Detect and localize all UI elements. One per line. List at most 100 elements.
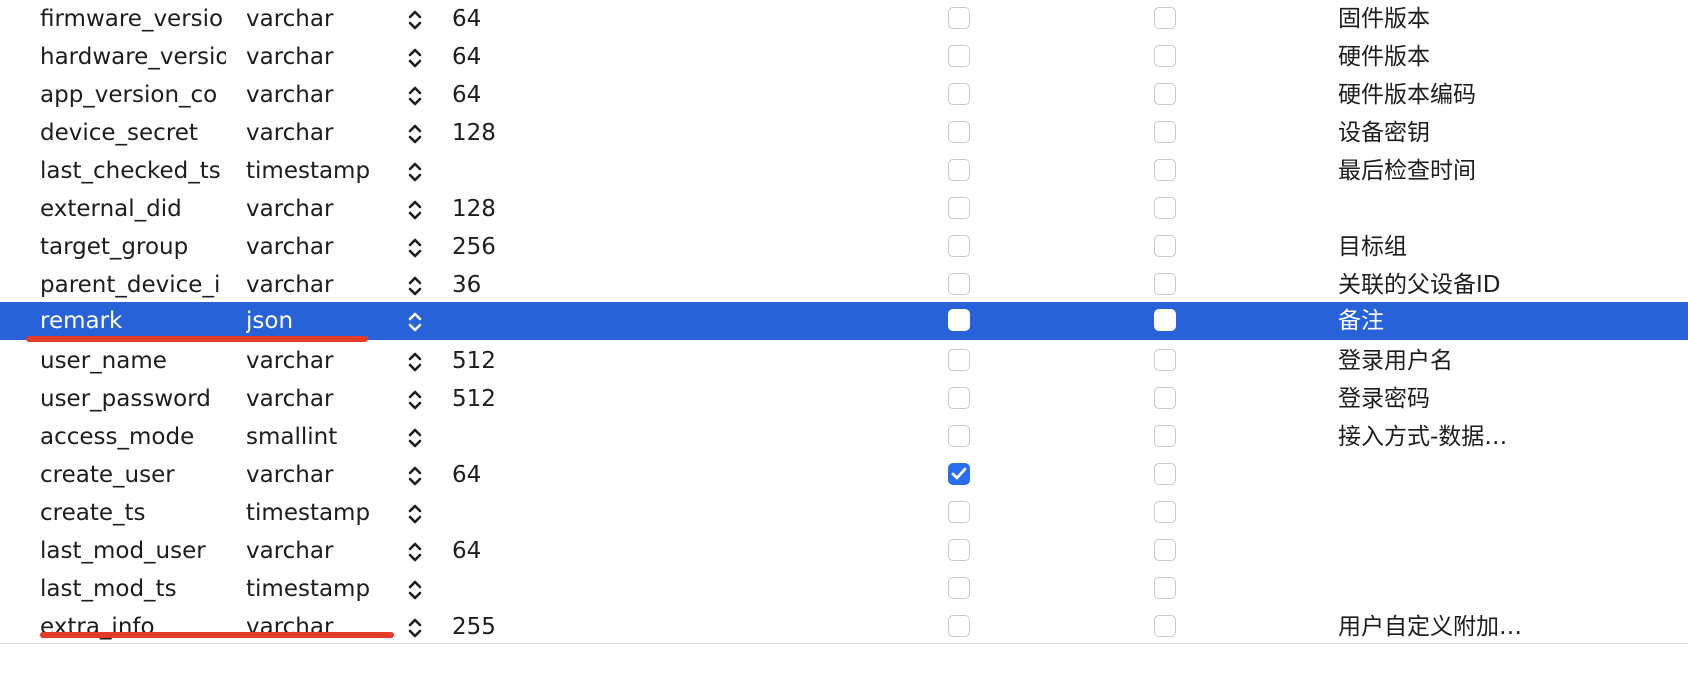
column-length-cell[interactable]: 64 (452, 0, 572, 38)
table-row[interactable]: access_mode smallint 接入方式-数据… (0, 418, 1688, 456)
column-type-cell[interactable]: json (246, 302, 396, 340)
not-null-checkbox[interactable] (948, 159, 970, 181)
column-type-cell[interactable]: varchar (246, 608, 396, 646)
chevron-up-down-icon[interactable] (406, 418, 426, 456)
column-type-cell[interactable]: varchar (246, 76, 396, 114)
chevron-up-down-icon[interactable] (406, 608, 426, 646)
column-name-cell[interactable]: last_checked_ts (40, 152, 226, 190)
table-row[interactable]: user_password varchar 512 登录密码 (0, 380, 1688, 418)
column-name-cell[interactable]: create_user (40, 456, 226, 494)
column-type-cell[interactable]: varchar (246, 0, 396, 38)
table-row[interactable]: create_user varchar 64 (0, 456, 1688, 494)
virtual-checkbox[interactable] (1154, 159, 1176, 181)
column-length-cell[interactable]: 64 (452, 456, 572, 494)
column-type-cell[interactable]: varchar (246, 190, 396, 228)
virtual-checkbox[interactable] (1154, 349, 1176, 371)
column-length-cell[interactable] (452, 302, 572, 340)
not-null-checkbox[interactable] (948, 463, 970, 485)
column-length-cell[interactable]: 256 (452, 228, 572, 266)
table-row[interactable]: device_secret varchar 128 设备密钥 (0, 114, 1688, 152)
table-row[interactable]: hardware_versio varchar 64 硬件版本 (0, 38, 1688, 76)
column-name-cell[interactable]: user_password (40, 380, 226, 418)
not-null-checkbox[interactable] (948, 615, 970, 637)
not-null-checkbox[interactable] (948, 197, 970, 219)
virtual-checkbox[interactable] (1154, 463, 1176, 485)
virtual-checkbox[interactable] (1154, 83, 1176, 105)
column-comment-cell[interactable]: 备注 (1338, 302, 1668, 340)
table-row[interactable]: app_version_co varchar 64 硬件版本编码 (0, 76, 1688, 114)
virtual-checkbox[interactable] (1154, 309, 1176, 331)
not-null-checkbox[interactable] (948, 7, 970, 29)
virtual-checkbox[interactable] (1154, 7, 1176, 29)
table-row[interactable]: extra_info varchar 255 用户自定义附加… (0, 608, 1688, 646)
column-length-cell[interactable] (452, 570, 572, 608)
column-length-cell[interactable] (452, 152, 572, 190)
column-name-cell[interactable]: device_secret (40, 114, 226, 152)
not-null-checkbox[interactable] (948, 349, 970, 371)
table-row-selected[interactable]: remark json 备注 (0, 302, 1688, 340)
column-name-cell[interactable]: parent_device_i (40, 266, 226, 304)
virtual-checkbox[interactable] (1154, 425, 1176, 447)
column-name-cell[interactable]: target_group (40, 228, 226, 266)
column-comment-cell[interactable]: 接入方式-数据… (1338, 418, 1668, 456)
column-comment-cell[interactable] (1338, 456, 1668, 494)
column-name-cell[interactable]: hardware_versio (40, 38, 226, 76)
virtual-checkbox[interactable] (1154, 387, 1176, 409)
virtual-checkbox[interactable] (1154, 501, 1176, 523)
column-comment-cell[interactable]: 关联的父设备ID (1338, 266, 1668, 304)
table-row[interactable]: parent_device_i varchar 36 关联的父设备ID (0, 266, 1688, 304)
column-length-cell[interactable]: 255 (452, 608, 572, 646)
column-comment-cell[interactable] (1338, 570, 1668, 608)
chevron-up-down-icon[interactable] (406, 456, 426, 494)
chevron-up-down-icon[interactable] (406, 342, 426, 380)
column-name-cell[interactable]: external_did (40, 190, 226, 228)
column-comment-cell[interactable]: 硬件版本编码 (1338, 76, 1668, 114)
column-comment-cell[interactable]: 登录用户名 (1338, 342, 1668, 380)
table-row[interactable]: last_mod_ts timestamp (0, 570, 1688, 608)
column-comment-cell[interactable]: 设备密钥 (1338, 114, 1668, 152)
not-null-checkbox[interactable] (948, 83, 970, 105)
column-length-cell[interactable]: 64 (452, 38, 572, 76)
not-null-checkbox[interactable] (948, 121, 970, 143)
column-length-cell[interactable]: 64 (452, 532, 572, 570)
column-name-cell[interactable]: remark (40, 302, 226, 340)
column-comment-cell[interactable]: 目标组 (1338, 228, 1668, 266)
chevron-up-down-icon[interactable] (406, 494, 426, 532)
column-name-cell[interactable]: last_mod_user (40, 532, 226, 570)
column-name-cell[interactable]: last_mod_ts (40, 570, 226, 608)
column-length-cell[interactable]: 64 (452, 76, 572, 114)
column-comment-cell[interactable] (1338, 494, 1668, 532)
table-row[interactable]: last_checked_ts timestamp 最后检查时间 (0, 152, 1688, 190)
column-name-cell[interactable]: extra_info (40, 608, 226, 646)
column-type-cell[interactable]: timestamp (246, 570, 396, 608)
not-null-checkbox[interactable] (948, 577, 970, 599)
not-null-checkbox[interactable] (948, 501, 970, 523)
column-type-cell[interactable]: varchar (246, 266, 396, 304)
table-row[interactable]: create_ts timestamp (0, 494, 1688, 532)
column-name-cell[interactable]: firmware_versio (40, 0, 226, 38)
table-row[interactable]: firmware_versio varchar 64 固件版本 (0, 0, 1688, 38)
chevron-up-down-icon[interactable] (406, 532, 426, 570)
column-name-cell[interactable]: create_ts (40, 494, 226, 532)
column-comment-cell[interactable]: 最后检查时间 (1338, 152, 1668, 190)
chevron-up-down-icon[interactable] (406, 114, 426, 152)
column-length-cell[interactable]: 512 (452, 342, 572, 380)
column-name-cell[interactable]: app_version_co (40, 76, 226, 114)
column-type-cell[interactable]: smallint (246, 418, 396, 456)
column-type-cell[interactable]: varchar (246, 342, 396, 380)
virtual-checkbox[interactable] (1154, 235, 1176, 257)
chevron-up-down-icon[interactable] (406, 266, 426, 304)
chevron-up-down-icon[interactable] (406, 570, 426, 608)
column-comment-cell[interactable]: 登录密码 (1338, 380, 1668, 418)
chevron-up-down-icon[interactable] (406, 190, 426, 228)
virtual-checkbox[interactable] (1154, 615, 1176, 637)
column-comment-cell[interactable] (1338, 532, 1668, 570)
column-type-cell[interactable]: varchar (246, 532, 396, 570)
column-type-cell[interactable]: varchar (246, 228, 396, 266)
column-comment-cell[interactable] (1338, 190, 1668, 228)
column-type-cell[interactable]: varchar (246, 456, 396, 494)
column-name-cell[interactable]: user_name (40, 342, 226, 380)
column-type-cell[interactable]: varchar (246, 114, 396, 152)
virtual-checkbox[interactable] (1154, 121, 1176, 143)
table-row[interactable]: target_group varchar 256 目标组 (0, 228, 1688, 266)
